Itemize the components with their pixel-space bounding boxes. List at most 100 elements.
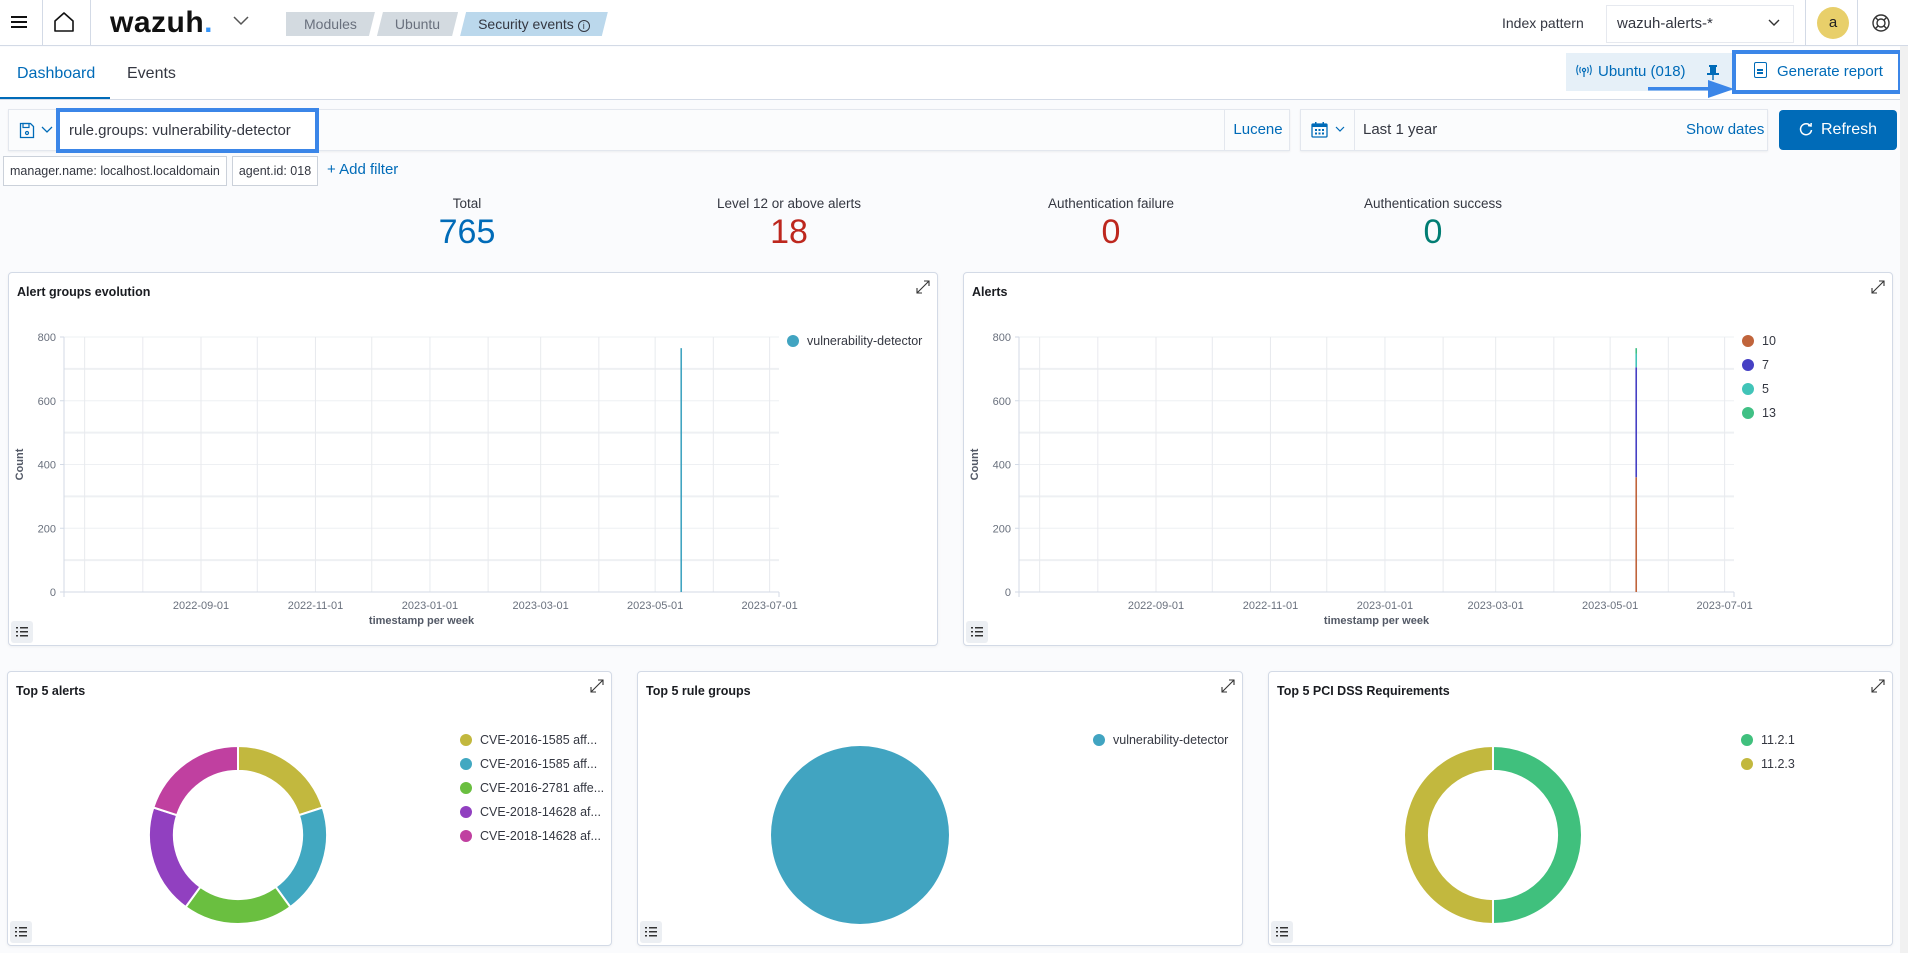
y-tick-label: 200	[38, 523, 56, 535]
stat-value[interactable]: 765	[317, 213, 617, 252]
show-dates-link[interactable]: Show dates	[1686, 121, 1764, 138]
header-divider	[1857, 0, 1858, 46]
stat-label: Level 12 or above alerts	[716, 196, 862, 211]
tab-dashboard[interactable]: Dashboard	[17, 65, 95, 83]
index-pattern-select[interactable]: wazuh-alerts-*	[1606, 5, 1794, 43]
generate-report-button[interactable]: Generate report	[1732, 50, 1902, 94]
date-range-value[interactable]: Last 1 year	[1363, 121, 1437, 138]
filter-pill-agent-id[interactable]: agent.id: 018	[231, 156, 319, 186]
stat-value[interactable]: 18	[639, 213, 939, 252]
legend-toggle-button[interactable]	[11, 621, 33, 643]
pie-slice[interactable]	[1403, 744, 1494, 926]
pie-slice[interactable]	[148, 806, 202, 909]
y-axis-title: Count	[969, 448, 981, 480]
tab-events[interactable]: Events	[127, 65, 176, 83]
legend-swatch	[460, 806, 472, 818]
chevron-down-icon[interactable]	[1335, 126, 1345, 133]
filter-pill-manager-name[interactable]: manager.name: localhost.localdomain	[3, 156, 227, 186]
chevron-down-icon[interactable]	[41, 126, 53, 134]
pie-slice[interactable]	[152, 744, 239, 817]
legend-item[interactable]: CVE-2018-14628 af...	[460, 800, 604, 824]
pie-slice[interactable]	[184, 885, 292, 925]
wazuh-logo[interactable]: wazuh.	[110, 6, 213, 40]
refresh-icon	[1799, 122, 1813, 136]
legend-item[interactable]: 11.2.3	[1741, 752, 1795, 776]
refresh-button[interactable]: Refresh	[1779, 110, 1897, 150]
expand-icon[interactable]	[915, 279, 931, 295]
legend-item[interactable]: CVE-2016-1585 aff...	[460, 728, 604, 752]
chart-legend: 10 7 5 13	[1742, 329, 1776, 425]
query-bar: Lucene	[8, 108, 1291, 153]
chevron-down-icon[interactable]	[232, 14, 250, 28]
breadcrumb-modules[interactable]: Modules	[286, 12, 375, 36]
pie-slice[interactable]	[274, 806, 328, 909]
panel-title: Top 5 alerts	[16, 684, 86, 698]
legend-item[interactable]: CVE-2016-2781 affe...	[460, 776, 604, 800]
panel-top-5-rule-groups: Top 5 rule groups vulnerability-detector	[637, 671, 1243, 946]
query-language-button[interactable]: Lucene	[1224, 110, 1291, 150]
bar-5[interactable]	[1635, 353, 1638, 368]
legend-toggle-button[interactable]	[966, 621, 988, 643]
x-tick-label: 2023-01-01	[1357, 600, 1413, 612]
y-tick-label: 600	[38, 396, 56, 408]
help-lifebuoy-icon[interactable]	[1870, 12, 1892, 34]
legend-item[interactable]: vulnerability-detector	[787, 329, 922, 353]
x-tick-label: 2023-03-01	[513, 600, 569, 612]
legend-item[interactable]: CVE-2016-1585 aff...	[460, 752, 604, 776]
y-tick-label: 200	[993, 523, 1011, 535]
page-scrollbar[interactable]	[1900, 46, 1908, 953]
top-header: wazuh. Modules Ubuntu Security events i I…	[0, 0, 1908, 46]
add-filter-button[interactable]: + Add filter	[327, 161, 398, 178]
stat-value[interactable]: 0	[1283, 213, 1583, 252]
bar-13[interactable]	[1635, 348, 1638, 354]
legend-item[interactable]: 5	[1742, 377, 1776, 401]
header-divider	[42, 0, 43, 46]
annotation-arrow-icon	[1648, 80, 1734, 98]
breadcrumb-label: Security events	[478, 16, 574, 32]
legend-item[interactable]: 10	[1742, 329, 1776, 353]
legend-swatch	[460, 758, 472, 770]
stat-value[interactable]: 0	[961, 213, 1261, 252]
expand-icon[interactable]	[1220, 678, 1236, 694]
pin-icon[interactable]	[1706, 64, 1720, 80]
legend-toggle-button[interactable]	[10, 921, 32, 943]
pie-chart-rule-groups	[771, 746, 949, 924]
breadcrumb-ubuntu[interactable]: Ubuntu	[377, 12, 458, 36]
legend-item[interactable]: 7	[1742, 353, 1776, 377]
expand-icon[interactable]	[1870, 678, 1886, 694]
chart-legend: CVE-2016-1585 aff... CVE-2016-1585 aff...…	[460, 728, 604, 848]
panel-title: Alert groups evolution	[17, 285, 151, 299]
legend-label: 11.2.1	[1761, 733, 1795, 747]
bar-10[interactable]	[1635, 477, 1638, 592]
y-axis-title: Count	[14, 448, 26, 480]
bar-vulnerability-detector[interactable]	[680, 348, 683, 592]
legend-label: CVE-2018-14628 af...	[480, 829, 601, 843]
x-tick-label: 2023-07-01	[741, 600, 797, 612]
y-tick-label: 400	[993, 460, 1011, 472]
legend-toggle-button[interactable]	[640, 921, 662, 943]
legend-item[interactable]: 11.2.1	[1741, 728, 1795, 752]
chevron-down-icon	[1768, 19, 1780, 26]
expand-icon[interactable]	[1870, 279, 1886, 295]
pie-slice[interactable]	[237, 744, 324, 817]
info-icon[interactable]: i	[578, 20, 590, 32]
legend-item[interactable]: CVE-2018-14628 af...	[460, 824, 604, 848]
saved-query-icon[interactable]	[19, 122, 35, 139]
breadcrumb: Modules Ubuntu Security events i	[286, 12, 610, 36]
bar-7[interactable]	[1635, 367, 1638, 478]
legend-item[interactable]: vulnerability-detector	[1093, 728, 1228, 752]
x-tick-label: 2023-07-01	[1696, 600, 1752, 612]
pie-slice[interactable]	[1492, 744, 1583, 926]
list-icon	[15, 927, 27, 937]
user-avatar[interactable]: a	[1817, 7, 1849, 39]
header-divider	[90, 0, 91, 46]
legend-toggle-button[interactable]	[1271, 921, 1293, 943]
hamburger-icon[interactable]	[10, 13, 28, 31]
legend-item[interactable]: 13	[1742, 401, 1776, 425]
home-icon[interactable]	[52, 10, 76, 34]
panel-alerts: Alerts 0 200 400 600 800 2022-09-01 2022-11-01…	[963, 272, 1893, 646]
calendar-icon[interactable]	[1311, 121, 1328, 138]
pie-slice[interactable]	[771, 746, 949, 924]
expand-icon[interactable]	[589, 678, 605, 694]
query-input[interactable]	[56, 108, 319, 153]
